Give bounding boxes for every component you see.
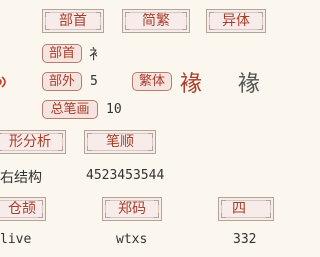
four-corner-button[interactable]: 四 xyxy=(218,197,274,221)
speaker-icon[interactable] xyxy=(0,76,8,88)
stroke-order-button[interactable]: 笔顺 xyxy=(84,130,156,154)
radical-button-label: 部首 xyxy=(59,13,87,29)
traditional-char[interactable]: 褖 xyxy=(180,66,202,98)
structure-value: 右结构 xyxy=(0,170,42,186)
zhengma-button-label: 郑码 xyxy=(118,201,146,217)
radical-button[interactable]: 部首 xyxy=(42,9,104,33)
cangjie-button-label: 仓颉 xyxy=(8,201,36,217)
total-strokes-tag: 总笔画 xyxy=(42,100,98,119)
zhengma-value: wtxs xyxy=(116,232,148,247)
radical-tag-label: 部首 xyxy=(48,46,75,61)
simp-trad-button[interactable]: 简繁 xyxy=(122,9,190,33)
radical-value: 衤 xyxy=(89,47,103,63)
total-strokes-label: 总笔画 xyxy=(50,102,90,117)
radical-tag: 部首 xyxy=(42,44,82,63)
variant-button-label: 异体 xyxy=(222,13,250,29)
structure-button-label: 形分析 xyxy=(9,134,51,150)
cangjie-button[interactable]: 仓颉 xyxy=(0,197,46,221)
strokes-outside-label: 部外 xyxy=(48,74,75,89)
zhengma-button[interactable]: 郑码 xyxy=(102,197,162,221)
four-corner-value: 332 xyxy=(233,232,257,247)
structure-button[interactable]: 形分析 xyxy=(0,130,66,154)
strokes-outside-tag: 部外 xyxy=(42,72,82,91)
total-strokes-value: 10 xyxy=(106,102,122,117)
four-corner-button-label: 四 xyxy=(232,201,246,217)
simp-trad-button-label: 简繁 xyxy=(142,13,170,29)
stroke-order-value: 4523453544 xyxy=(86,168,165,183)
variant-button[interactable]: 异体 xyxy=(206,9,266,33)
stroke-order-button-label: 笔顺 xyxy=(106,134,134,150)
cangjie-value: live xyxy=(0,232,32,247)
traditional-tag[interactable]: 繁体 xyxy=(132,72,172,91)
strokes-outside-value: 5 xyxy=(90,74,98,89)
variant-char[interactable]: 褖 xyxy=(238,66,260,98)
traditional-tag-label: 繁体 xyxy=(138,74,165,89)
